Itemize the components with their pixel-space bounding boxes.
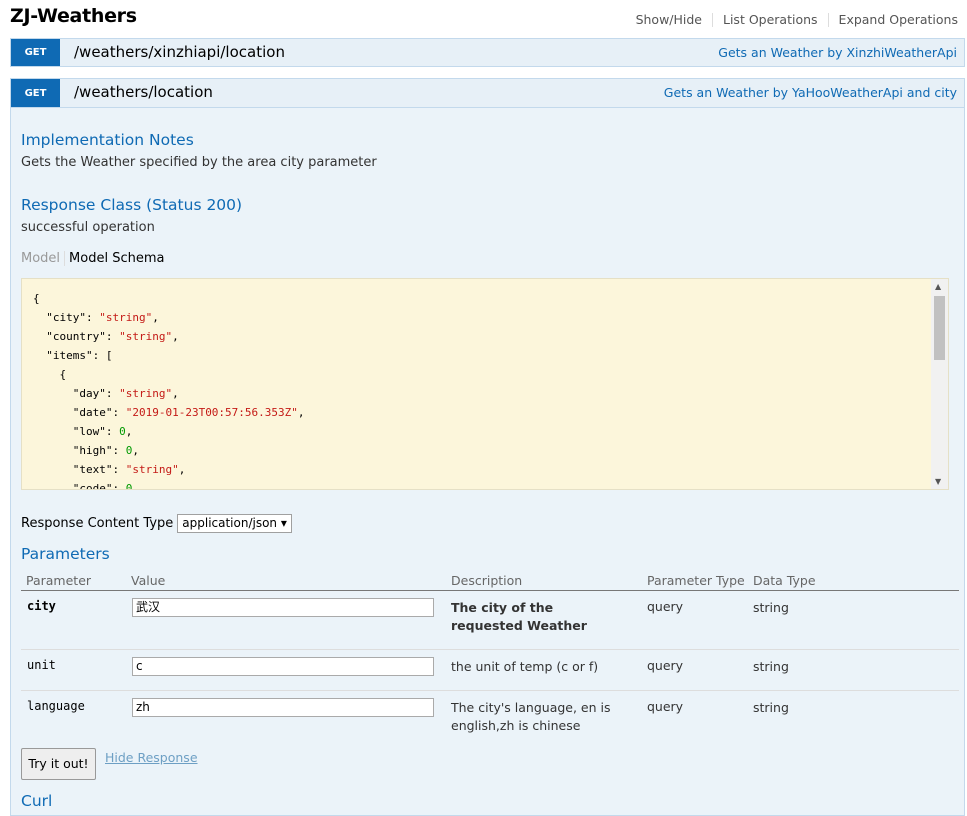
- schema-line: "day": "string",: [33, 387, 179, 400]
- response-class-title: Response Class (Status 200): [21, 196, 243, 214]
- schema-line: "high": 0,: [33, 444, 139, 457]
- schema-line: {: [33, 292, 40, 305]
- header-parameter-type: Parameter Type: [647, 573, 745, 588]
- scroll-up-icon[interactable]: ▲: [935, 282, 941, 291]
- header-value: Value: [131, 573, 166, 588]
- param-data-type: string: [753, 700, 789, 715]
- tab-model[interactable]: Model: [21, 251, 66, 266]
- city-input[interactable]: 武汉: [132, 598, 434, 617]
- schema-line: "low": 0,: [33, 425, 133, 438]
- tab-model-schema[interactable]: Model Schema: [65, 251, 164, 266]
- vertical-scrollbar[interactable]: ▲ ▼: [931, 279, 948, 489]
- model-tabs: Model Model Schema: [21, 251, 164, 266]
- operation-summary[interactable]: Gets an Weather by YaHooWeatherApi and c…: [664, 85, 957, 100]
- show-hide-link[interactable]: Show/Hide: [626, 13, 712, 27]
- param-name: language: [27, 699, 85, 713]
- param-type: query: [647, 658, 684, 673]
- param-name: unit: [27, 658, 56, 672]
- header: ZJ-Weathers Show/Hide List Operations Ex…: [0, 0, 967, 38]
- response-class-text: successful operation: [21, 220, 155, 235]
- header-parameter: Parameter: [26, 573, 92, 588]
- schema-line: "items": [: [33, 349, 113, 362]
- unit-input[interactable]: c: [132, 657, 434, 676]
- schema-line: "text": "string",: [33, 463, 186, 476]
- dropdown-arrow-icon: ▾: [280, 516, 287, 530]
- implementation-notes-text: Gets the Weather specified by the area c…: [21, 155, 377, 170]
- list-operations-link[interactable]: List Operations: [712, 13, 828, 27]
- param-data-type: string: [753, 659, 789, 674]
- scroll-down-icon[interactable]: ▼: [935, 477, 941, 486]
- hide-response-link[interactable]: Hide Response: [105, 750, 198, 765]
- try-it-out-button[interactable]: Try it out!: [21, 748, 96, 780]
- language-input[interactable]: zh: [132, 698, 434, 717]
- schema-code: { "city": "string", "country": "string",…: [33, 289, 305, 490]
- select-value: application/json: [182, 516, 278, 530]
- header-links: Show/Hide List Operations Expand Operati…: [626, 13, 958, 27]
- operation-path[interactable]: /weathers/location: [74, 83, 213, 101]
- response-content-type-label: Response Content Type: [21, 516, 174, 531]
- header-description: Description: [451, 573, 523, 588]
- schema-line: "date": "2019-01-23T00:57:56.353Z",: [33, 406, 305, 419]
- method-badge[interactable]: GET: [11, 79, 60, 107]
- header-data-type: Data Type: [753, 573, 816, 588]
- parameters-table: Parameter Value Description Parameter Ty…: [21, 570, 959, 746]
- table-row: unit c the unit of temp (c or f) query s…: [21, 650, 959, 691]
- operation-xinzhi[interactable]: GET /weathers/xinzhiapi/location Gets an…: [10, 38, 965, 67]
- table-row: city 武汉 The city of the requested Weathe…: [21, 591, 959, 650]
- expand-operations-link[interactable]: Expand Operations: [827, 13, 958, 27]
- param-name: city: [27, 599, 56, 613]
- method-badge[interactable]: GET: [11, 39, 60, 66]
- response-content-type: Response Content Type application/json ▾: [21, 514, 292, 533]
- operation-content: Implementation Notes Gets the Weather sp…: [10, 108, 965, 816]
- operation-summary[interactable]: Gets an Weather by XinzhiWeatherApi: [718, 45, 957, 60]
- parameters-title: Parameters: [21, 545, 110, 563]
- table-row: language zh The city's language, en is e…: [21, 691, 959, 746]
- implementation-notes-title: Implementation Notes: [21, 131, 194, 149]
- response-content-type-select[interactable]: application/json ▾: [177, 514, 292, 533]
- schema-line: "country": "string",: [33, 330, 179, 343]
- param-data-type: string: [753, 600, 789, 615]
- param-description: The city of the requested Weather: [451, 600, 587, 633]
- operation-path[interactable]: /weathers/xinzhiapi/location: [74, 43, 285, 61]
- schema-line: "code": 0: [33, 482, 133, 490]
- operation-location[interactable]: GET /weathers/location Gets an Weather b…: [10, 78, 965, 108]
- param-description: the unit of temp (c or f): [451, 659, 599, 674]
- param-type: query: [647, 699, 684, 714]
- param-description: The city's language, en is english,zh is…: [451, 700, 611, 733]
- param-type: query: [647, 599, 684, 614]
- model-schema-snippet[interactable]: { "city": "string", "country": "string",…: [21, 278, 949, 490]
- scrollbar-thumb[interactable]: [934, 296, 945, 360]
- app-title: ZJ-Weathers: [10, 5, 137, 27]
- parameters-header: Parameter Value Description Parameter Ty…: [21, 570, 959, 591]
- schema-line: {: [33, 368, 67, 381]
- schema-line: "city": "string",: [33, 311, 159, 324]
- curl-title: Curl: [21, 792, 53, 810]
